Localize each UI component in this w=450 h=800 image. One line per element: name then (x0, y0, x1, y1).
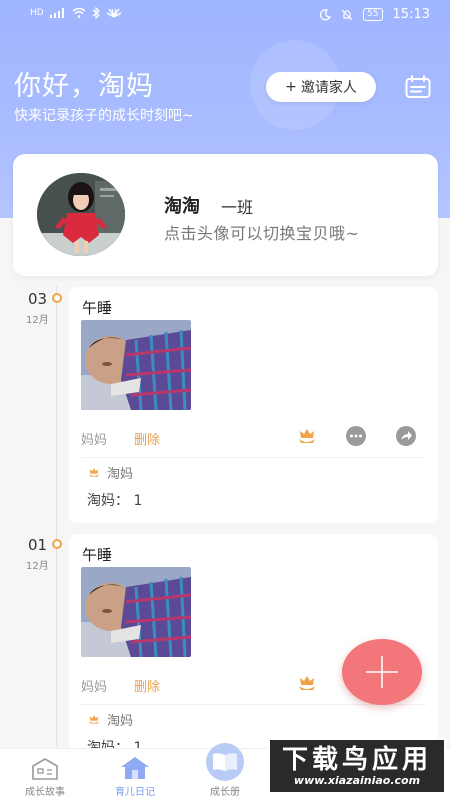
switch-baby-hint: 点击头像可以切换宝贝哦~ (164, 224, 360, 243)
greeting-subtitle: 快来记录孩子的成长时刻吧~ (14, 108, 194, 124)
moon-icon (319, 8, 332, 20)
add-entry-button[interactable] (342, 639, 422, 705)
like-list: 淘妈 (87, 710, 133, 729)
entry-date-month: 12月 (26, 561, 49, 572)
comment-icon[interactable] (345, 425, 367, 447)
book-icon (206, 743, 244, 781)
entry-photo[interactable] (81, 320, 191, 410)
story-icon (32, 758, 58, 780)
flower-like-icon[interactable] (296, 425, 318, 447)
timeline-line (56, 286, 57, 746)
plus-icon: + (285, 79, 297, 95)
divider (81, 457, 426, 458)
entry-author: 妈妈 (81, 680, 108, 695)
like-list: 淘妈 (87, 463, 133, 482)
watermark-logo: 下载鸟应用 www.xiazainiao.com (268, 738, 446, 794)
huawei-icon (106, 8, 122, 18)
liker-name: 淘妈 (107, 714, 134, 729)
baby-class: 一班 (221, 198, 254, 217)
share-icon[interactable] (395, 425, 417, 447)
timeline-dot (52, 539, 62, 549)
greeting-title: 你好，淘妈 (14, 71, 154, 102)
entry-photo[interactable] (81, 567, 191, 657)
tab-label: 育儿日记 (115, 787, 155, 798)
tab-growth-album[interactable]: 成长册 (180, 743, 270, 800)
status-bar: HD 55 15:13 (0, 0, 450, 30)
wifi-icon (72, 8, 86, 18)
flower-like-icon[interactable] (296, 672, 318, 694)
invite-family-button[interactable]: + 邀请家人 (266, 72, 376, 102)
entry-date-month: 12月 (26, 315, 49, 326)
signal-icon (49, 8, 64, 18)
watermark-url: www.xiazainiao.com (293, 773, 421, 787)
baby-name: 淘淘 (164, 196, 200, 217)
delete-button[interactable]: 删除 (134, 676, 160, 695)
bell-off-icon (341, 9, 353, 20)
delete-button[interactable]: 删除 (134, 429, 160, 448)
diary-entry-card[interactable]: 午睡 妈妈 删除 淘妈 淘妈： 1 (69, 287, 438, 523)
status-left: HD (30, 7, 122, 19)
tab-label: 成长册 (210, 787, 240, 798)
battery-indicator: 55 (363, 8, 383, 21)
entry-title: 午睡 (82, 299, 113, 317)
bluetooth-icon (92, 7, 100, 19)
liker-name: 淘妈 (107, 467, 134, 482)
baby-profile-card: 淘淘 一班 点击头像可以切换宝贝哦~ (13, 154, 438, 276)
baby-avatar[interactable] (37, 173, 125, 256)
plus-icon (366, 656, 398, 688)
invite-label: 邀请家人 (300, 80, 357, 96)
entry-author: 妈妈 (81, 433, 108, 448)
flower-icon (89, 714, 99, 724)
calendar-icon[interactable] (405, 75, 431, 99)
home-icon (121, 757, 149, 779)
status-right: 55 15:13 (319, 7, 430, 22)
status-time: 15:13 (392, 7, 430, 22)
entry-date-day: 03 (28, 290, 48, 308)
timeline-dot (52, 293, 62, 303)
entry-comment: 淘妈： 1 (87, 493, 143, 509)
tab-label: 成长故事 (25, 787, 65, 798)
entry-date-day: 01 (28, 536, 48, 554)
entry-title: 午睡 (82, 546, 113, 564)
tab-growth-story[interactable]: 成长故事 (0, 749, 90, 800)
tab-parenting-diary[interactable]: 育儿日记 (90, 749, 180, 800)
watermark-title: 下载鸟应用 (281, 744, 432, 775)
hd-icon: HD (30, 8, 44, 18)
flower-icon (89, 467, 99, 477)
